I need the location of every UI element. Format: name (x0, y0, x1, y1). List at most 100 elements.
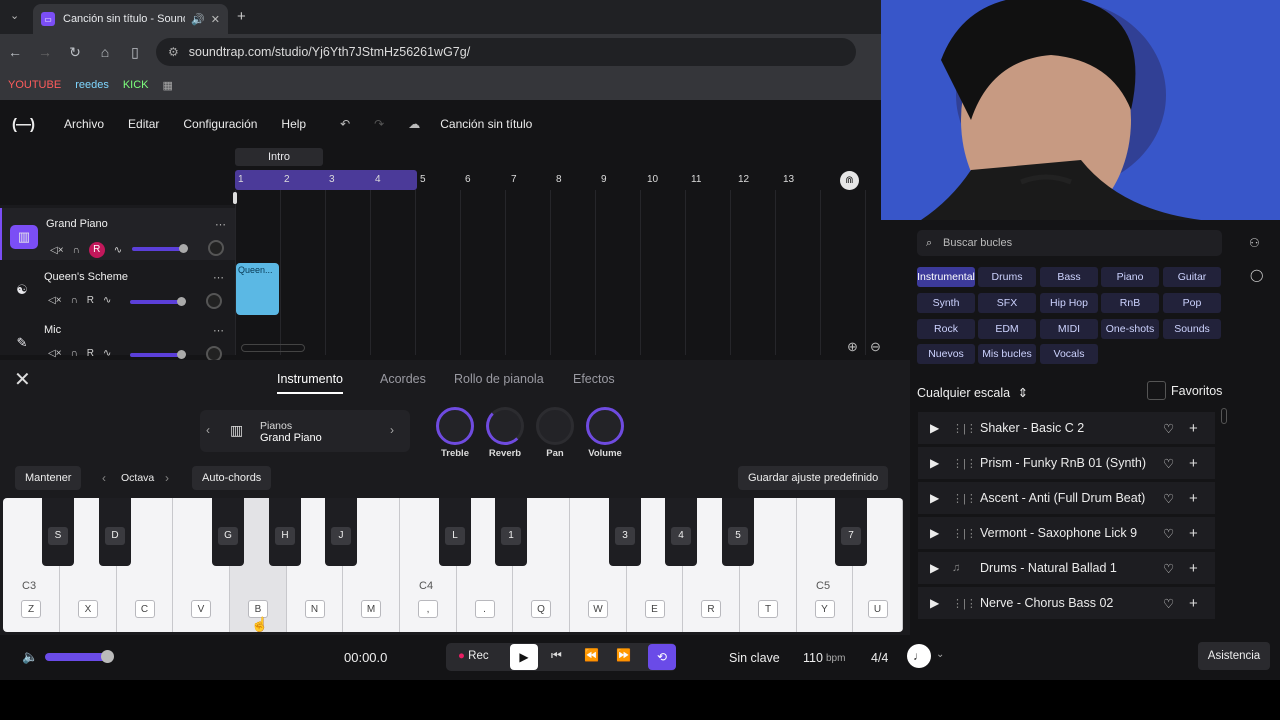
track-pan-knob[interactable] (208, 240, 224, 256)
site-info-icon[interactable]: ⚙ (168, 45, 179, 59)
loop-item[interactable]: ▶ ⋮|⋮ Prism - Funky RnB 01 (Synth) ♡ + (918, 447, 1215, 480)
heart-icon[interactable]: ♡ (1163, 491, 1189, 506)
piano-black-key[interactable]: 3 (609, 498, 641, 566)
forward-icon[interactable]: → (30, 44, 60, 60)
pan-knob[interactable] (536, 407, 574, 445)
category-nuevos[interactable]: Nuevos (917, 344, 975, 364)
automation-icon[interactable]: ∿ (103, 348, 111, 359)
speaker-icon[interactable]: 🔊 (191, 13, 205, 26)
record-arm-button[interactable]: R (87, 348, 94, 359)
piano-black-key[interactable]: G (212, 498, 244, 566)
play-icon[interactable]: ▶ (930, 526, 952, 540)
save-preset-button[interactable]: Guardar ajuste predefinido (738, 466, 889, 490)
metronome-chevron-icon[interactable]: ⌄ (936, 649, 944, 660)
category-bass[interactable]: Bass (1040, 267, 1098, 287)
timeline-scrollbar[interactable] (241, 344, 305, 352)
loop-item[interactable]: ▶ ⋮|⋮ Nerve - Chorus Bass 02 ♡ + (918, 587, 1215, 620)
loop-item[interactable]: ▶ ⋮|⋮ Vermont - Saxophone Lick 9 ♡ + (918, 517, 1215, 550)
menu-editar[interactable]: Editar (128, 117, 159, 131)
menu-help[interactable]: Help (281, 117, 306, 131)
loop-item[interactable]: ▶ ♫ Drums - Natural Ballad 1 ♡ + (918, 552, 1215, 585)
new-tab-icon[interactable]: + (237, 8, 246, 25)
menu-configuracion[interactable]: Configuración (183, 117, 257, 131)
mute-icon[interactable]: ◁× (50, 245, 64, 256)
skip-to-start-icon[interactable]: ⏮ (551, 648, 562, 663)
collaborators-icon[interactable]: ⚇ (1249, 236, 1260, 250)
tab-close-icon[interactable]: ✕ (211, 13, 220, 26)
song-title[interactable]: Canción sin título (440, 117, 532, 131)
category-midi[interactable]: MIDI (1040, 319, 1098, 339)
metronome-icon[interactable]: ♩ (907, 644, 931, 668)
bookmark-youtube[interactable]: YOUTUBE (8, 79, 61, 91)
split-view-icon[interactable]: ▯ (120, 44, 150, 61)
scale-filter[interactable]: Cualquier escala ⇕ (917, 385, 1028, 400)
treble-knob[interactable] (436, 407, 474, 445)
piano-black-key[interactable]: H (269, 498, 301, 566)
track-row-grand-piano[interactable]: ▥ Grand Piano ⋯ ◁× ∩ R ∿ (0, 208, 235, 260)
heart-icon[interactable]: ♡ (1163, 526, 1189, 541)
category-sfx[interactable]: SFX (978, 293, 1036, 313)
loop-search-input[interactable]: ⌕ Buscar bucles (917, 230, 1222, 256)
piano-black-key[interactable]: L (439, 498, 471, 566)
instrument-selector[interactable]: ‹ ▥ Pianos Grand Piano › (200, 410, 410, 452)
loop-toggle-icon[interactable]: ⟲ (648, 644, 676, 670)
category-vocals[interactable]: Vocals (1040, 344, 1098, 364)
add-loop-icon[interactable]: + (1189, 560, 1215, 577)
mute-icon[interactable]: ◁× (48, 348, 62, 359)
automation-icon[interactable]: ∿ (114, 245, 122, 256)
play-icon[interactable]: ▶ (930, 456, 952, 470)
more-options-icon[interactable]: ⋯ (213, 271, 224, 284)
play-icon[interactable]: ▶ (930, 491, 952, 505)
piano-black-key[interactable]: 5 (722, 498, 754, 566)
volume-knob[interactable] (586, 407, 624, 445)
track-volume-slider[interactable] (130, 350, 186, 359)
section-marker-intro[interactable]: Intro (235, 148, 323, 166)
category-mis-bucles[interactable]: Mis bucles (978, 344, 1036, 364)
category-synth[interactable]: Synth (917, 293, 975, 313)
piano-black-key[interactable]: D (99, 498, 131, 566)
play-icon[interactable]: ▶ (930, 421, 952, 435)
category-edm[interactable]: EDM (978, 319, 1036, 339)
heart-icon[interactable]: ♡ (1163, 421, 1189, 436)
assistance-button[interactable]: Asistencia (1198, 642, 1270, 670)
record-arm-button[interactable]: R (88, 242, 105, 258)
rewind-icon[interactable]: ⏪ (584, 648, 599, 662)
category-rock[interactable]: Rock (917, 319, 975, 339)
prev-instrument-icon[interactable]: ‹ (206, 423, 210, 437)
close-editor-icon[interactable]: ✕ (14, 367, 31, 392)
category-sounds[interactable]: Sounds (1163, 319, 1221, 339)
loop-item[interactable]: ▶ ⋮|⋮ Ascent - Anti (Full Drum Beat) ♡ + (918, 482, 1215, 515)
record-arm-button[interactable]: R (87, 295, 94, 306)
piano-black-key[interactable]: J (325, 498, 357, 566)
bookmark-kick[interactable]: KICK (123, 79, 149, 91)
chat-icon[interactable]: ◯ (1250, 268, 1263, 282)
add-loop-icon[interactable]: + (1189, 455, 1215, 472)
more-options-icon[interactable]: ⋯ (213, 324, 224, 337)
automation-icon[interactable]: ∿ (103, 295, 111, 306)
solo-headphones-icon[interactable]: ∩ (73, 245, 80, 256)
add-loop-icon[interactable]: + (1189, 595, 1215, 612)
time-signature[interactable]: 4/4 (871, 651, 888, 665)
apps-grid-icon[interactable]: ▦ (163, 79, 173, 92)
category-one-shots[interactable]: One-shots (1101, 319, 1159, 339)
track-volume-slider[interactable] (130, 297, 186, 306)
tab-acordes[interactable]: Acordes (380, 372, 426, 386)
piano-black-key[interactable]: S (42, 498, 74, 566)
loop-list-scrollbar[interactable] (1221, 408, 1227, 424)
tab-rollo-de-pianola[interactable]: Rollo de pianola (454, 372, 544, 386)
tempo-value[interactable]: 110 (803, 651, 823, 665)
fast-forward-icon[interactable]: ⏩ (616, 648, 631, 662)
menu-archivo[interactable]: Archivo (64, 117, 104, 131)
browser-tab[interactable]: ▭ Canción sin título - Soundtr... 🔊 ✕ (33, 4, 228, 34)
next-instrument-icon[interactable]: › (390, 423, 394, 437)
reverb-knob[interactable] (486, 407, 524, 445)
bookmark-reedes[interactable]: reedes (75, 79, 109, 91)
category-hip-hop[interactable]: Hip Hop (1040, 293, 1098, 313)
play-icon[interactable]: ▶ (510, 644, 538, 670)
more-options-icon[interactable]: ⋯ (215, 218, 226, 231)
piano-black-key[interactable]: 4 (665, 498, 697, 566)
heart-icon[interactable]: ♡ (1163, 596, 1189, 611)
category-instrumental[interactable]: Instrumental (917, 267, 975, 287)
back-icon[interactable]: ← (0, 44, 30, 60)
url-field[interactable]: ⚙ soundtrap.com/studio/Yj6Yth7JStmHz5626… (156, 38, 856, 66)
